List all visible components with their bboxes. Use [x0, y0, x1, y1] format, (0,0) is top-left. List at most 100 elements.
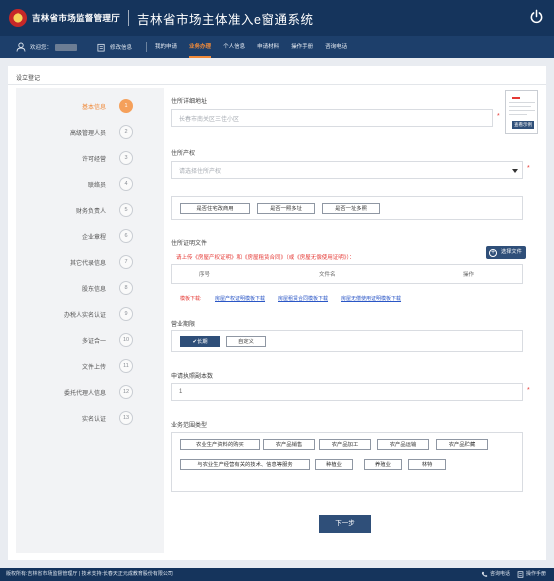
- example-thumbnail[interactable]: 查看示例: [505, 90, 538, 134]
- property-cert-template-link[interactable]: 房屋产权证明模板下载: [215, 295, 265, 302]
- column-header: 序号: [199, 272, 211, 278]
- nav-personal-info[interactable]: 个人信息: [223, 36, 245, 58]
- step-label: 文件上传: [81, 365, 106, 371]
- copies-input[interactable]: 1: [171, 383, 523, 401]
- step-shareholders[interactable]: 股东信息 8: [16, 281, 164, 295]
- scope-label: 业务范围类型: [171, 423, 208, 429]
- step-basic-info[interactable]: 基本信息 1: [16, 99, 164, 113]
- user-icon: [16, 42, 26, 52]
- step-label: 高级管理人员: [69, 131, 106, 137]
- registration-panel: 设立登记 基本信息 1 高级管理人员 2 许可经营 3 联络员 4 财务负责人 …: [8, 66, 546, 560]
- panel-title: 设立登记: [16, 76, 41, 82]
- required-mark: *: [497, 113, 500, 120]
- property-options-box: 是否住宅改商用 是否一照多址 是否一址多照: [171, 196, 523, 220]
- thumb-line: [509, 102, 535, 103]
- nav-business[interactable]: 业务办理: [189, 36, 212, 58]
- manual-icon: [517, 571, 524, 578]
- required-mark: *: [527, 165, 530, 172]
- choose-file-button[interactable]: + 选择文件: [486, 246, 526, 259]
- hotline-link[interactable]: 咨询电话: [481, 568, 510, 581]
- step-number: 9: [119, 307, 133, 321]
- step-finance-officer[interactable]: 财务负责人 5: [16, 203, 164, 217]
- address-label: 住所详细地址: [171, 99, 208, 105]
- property-select[interactable]: 请选择住所产权: [171, 161, 523, 179]
- step-number: 2: [119, 125, 133, 139]
- step-label: 许可经营: [81, 157, 106, 163]
- step-label: 股东信息: [81, 287, 106, 293]
- scope-box: 农业生产资料的购买 农产品销售 农产品加工 农产品运输 农产品贮藏 与农业生产经…: [171, 432, 523, 492]
- thumb-line: [509, 114, 527, 115]
- address-input[interactable]: 长春市南关区三佳小区: [171, 109, 493, 127]
- step-articles[interactable]: 企业章程 6: [16, 229, 164, 243]
- thumb-line: [512, 97, 520, 99]
- nav-my-applications[interactable]: 我的申请: [155, 36, 177, 58]
- free-use-template-link[interactable]: 房屋无偿使用证明模板下载: [341, 295, 401, 302]
- scope-option[interactable]: 养殖业: [364, 459, 402, 470]
- multi-license-option[interactable]: 是否一址多照: [322, 203, 380, 214]
- copyright-text: 版权所有:吉林省市场监督管理厅 | 技术支持:长春天正元成教育股份有限公司: [6, 571, 173, 577]
- plus-circle-icon: +: [489, 248, 497, 257]
- step-agent-info[interactable]: 委托代理人信息 12: [16, 385, 164, 399]
- lease-contract-template-link[interactable]: 房屋租赁合同模板下载: [278, 295, 328, 302]
- scope-option[interactable]: 农产品运输: [377, 439, 429, 450]
- proof-warning: 请上传《房屋产权证明》和《房屋租赁合同》（或《房屋无偿使用证明》）：: [176, 255, 355, 261]
- step-label: 多证合一: [81, 339, 106, 345]
- column-header: 操作: [463, 272, 475, 278]
- masked-username: [55, 43, 78, 51]
- step-label: 办税人实名认证: [63, 313, 106, 319]
- manual-link[interactable]: 操作手册: [517, 568, 546, 581]
- view-example-button[interactable]: 查看示例: [512, 121, 534, 129]
- step-number: 10: [119, 333, 133, 347]
- step-file-upload[interactable]: 文件上传 11: [16, 359, 164, 373]
- term-long-option[interactable]: ✔长期: [180, 336, 220, 347]
- step-number: 4: [119, 177, 133, 191]
- step-liaison[interactable]: 联络员 4: [16, 177, 164, 191]
- phone-icon: [481, 571, 488, 577]
- panel-divider: [8, 84, 546, 85]
- step-label: 联络员: [87, 183, 106, 189]
- thumb-line: [509, 110, 535, 111]
- steps-sidebar: 基本信息 1 高级管理人员 2 许可经营 3 联络员 4 财务负责人 5 企业章…: [16, 88, 164, 553]
- step-other-info[interactable]: 其它代录信息 7: [16, 255, 164, 269]
- property-select-value: 请选择住所产权: [179, 168, 222, 175]
- step-label: 企业章程: [81, 235, 106, 241]
- nav-materials[interactable]: 申请材料: [257, 36, 279, 58]
- edit-info-link[interactable]: 修改信息: [110, 43, 132, 51]
- welcome-text: 欢迎您：: [30, 45, 53, 51]
- scope-option[interactable]: 农产品加工: [319, 439, 371, 450]
- scope-option[interactable]: 农产品贮藏: [436, 439, 488, 450]
- step-label: 实名认证: [81, 417, 106, 423]
- term-custom-option[interactable]: 自定义: [226, 336, 266, 347]
- top-header: 吉林省市场监督管理厅 吉林省市场主体准入e窗通系统: [0, 0, 554, 36]
- step-realname[interactable]: 实名认证 13: [16, 411, 164, 425]
- nav-hotline[interactable]: 咨询电话: [325, 36, 347, 58]
- step-multi-cert[interactable]: 多证合一 10: [16, 333, 164, 347]
- step-number: 5: [119, 203, 133, 217]
- emblem-logo: [9, 9, 27, 27]
- thumb-line: [509, 106, 531, 107]
- term-label: 营业期限: [171, 322, 196, 328]
- template-download-label: 模板下载:: [180, 296, 202, 302]
- scope-option[interactable]: 种植业: [315, 459, 353, 470]
- step-licensed-business[interactable]: 许可经营 3: [16, 151, 164, 165]
- step-number: 3: [119, 151, 133, 165]
- nav-manual[interactable]: 操作手册: [291, 36, 313, 58]
- step-tax-verification[interactable]: 办税人实名认证 9: [16, 307, 164, 321]
- choose-file-label: 选择文件: [501, 249, 522, 255]
- residential-commercial-option[interactable]: 是否住宅改商用: [180, 203, 250, 214]
- scope-option[interactable]: 农业生产资料的购买: [180, 439, 260, 450]
- column-header: 文件名: [319, 272, 336, 278]
- manual-label: 操作手册: [525, 571, 546, 577]
- copies-label: 申请执照副本数: [171, 374, 214, 380]
- scope-option[interactable]: 与农业生产经营有关的技术、信息等服务: [180, 459, 310, 470]
- scope-option[interactable]: 林特: [408, 459, 446, 470]
- term-box: ✔长期 自定义: [171, 330, 523, 352]
- step-number: 7: [119, 255, 133, 269]
- step-senior-managers[interactable]: 高级管理人员 2: [16, 125, 164, 139]
- next-button[interactable]: 下一步: [319, 515, 371, 533]
- chevron-down-icon: [512, 169, 518, 173]
- multi-address-option[interactable]: 是否一照多址: [257, 203, 315, 214]
- power-icon[interactable]: [529, 9, 544, 24]
- step-number: 12: [119, 385, 133, 399]
- scope-option[interactable]: 农产品销售: [263, 439, 315, 450]
